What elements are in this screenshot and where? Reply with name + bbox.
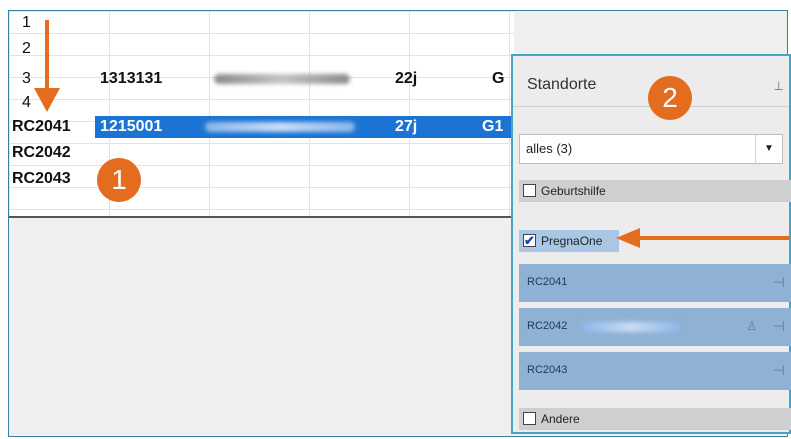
down-arrow-icon [34,20,60,112]
callout-arrows [34,20,789,248]
left-arrow-icon [616,228,789,248]
